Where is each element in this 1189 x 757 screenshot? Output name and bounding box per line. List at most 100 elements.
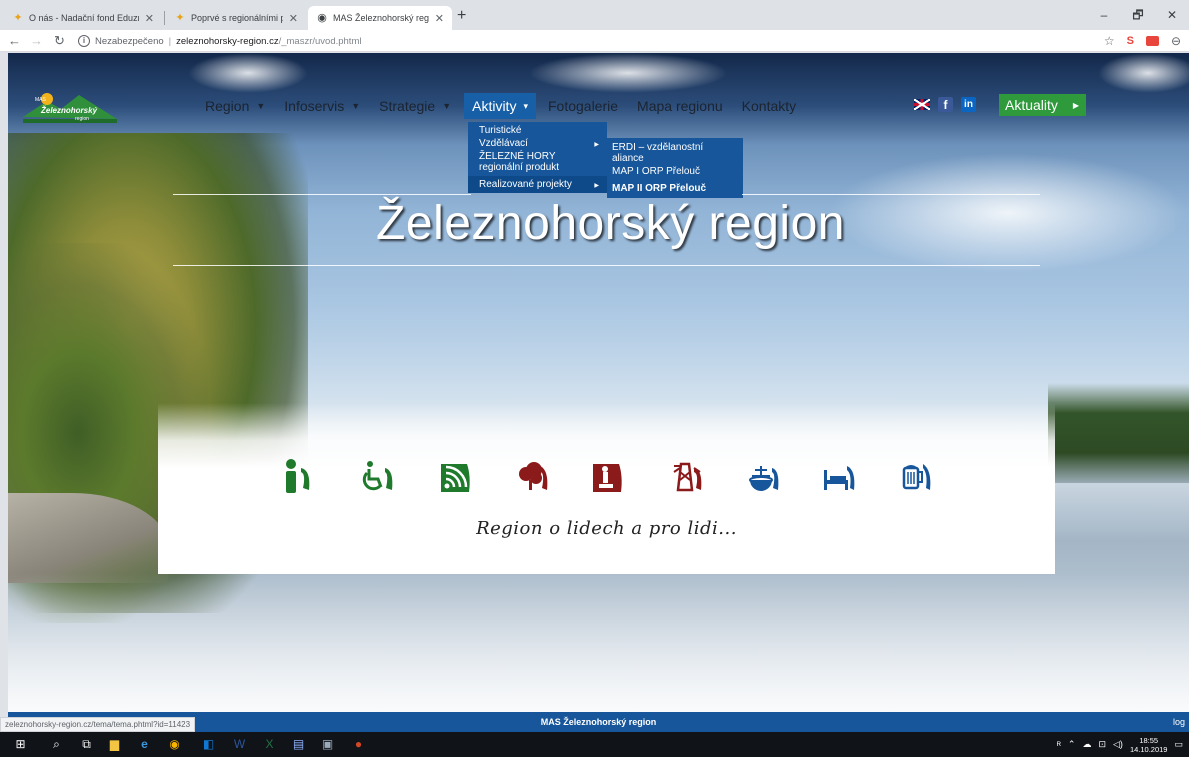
info-icon[interactable] bbox=[279, 458, 313, 494]
app-window-icon[interactable]: ▣ bbox=[321, 738, 334, 751]
outlook-icon[interactable]: ◧ bbox=[202, 738, 215, 751]
wheelchair-icon[interactable] bbox=[361, 458, 395, 494]
monument-icon[interactable] bbox=[591, 458, 625, 494]
search-icon[interactable]: ⌕ bbox=[50, 738, 63, 751]
save-disk-icon[interactable]: ▤ bbox=[292, 738, 305, 751]
mail-extension-icon[interactable] bbox=[1145, 36, 1159, 46]
word-icon[interactable]: W bbox=[233, 738, 246, 751]
caret-down-icon: ▼ bbox=[351, 101, 361, 111]
dropdown-item-zelezne-hory[interactable]: ŽELEZNÉ HORY regionální produkt bbox=[468, 151, 607, 176]
bed-icon[interactable] bbox=[822, 458, 856, 494]
login-link[interactable]: log bbox=[1173, 717, 1185, 727]
restore-button[interactable]: 🗗 bbox=[1121, 0, 1155, 30]
star-favicon-icon: ✦ bbox=[175, 12, 185, 24]
nav-item-region[interactable]: Region ▼ bbox=[205, 93, 271, 119]
close-window-button[interactable]: ✕ bbox=[1155, 0, 1189, 30]
browser-tab-1[interactable]: ✦ O nás - Nadační fond Eduzměna ✕ bbox=[4, 6, 162, 30]
url-path: /_maszr/uvod.phtml bbox=[278, 35, 362, 47]
category-icons-row bbox=[158, 458, 1055, 498]
hero-divider-bottom bbox=[173, 265, 1040, 266]
volume-icon[interactable]: ◁) bbox=[1113, 739, 1123, 750]
notifications-icon[interactable]: ▭ bbox=[1174, 739, 1183, 750]
tab-title: O nás - Nadační fond Eduzměna bbox=[29, 13, 139, 23]
facebook-icon[interactable]: f bbox=[938, 97, 953, 112]
main-navigation: Region ▼ Infoservis ▼ Strategie ▼ Aktivity ▾… bbox=[205, 89, 815, 123]
site-logo[interactable]: MAS Železnohorský region bbox=[21, 89, 119, 123]
url-domain: zeleznohorsky-region.cz bbox=[176, 35, 279, 47]
caret-down-icon: ▼ bbox=[256, 101, 266, 111]
aktuality-button[interactable]: Aktuality ▶ bbox=[999, 94, 1086, 116]
task-view-icon[interactable]: ⧉ bbox=[80, 738, 93, 751]
nav-item-strategie[interactable]: Strategie ▼ bbox=[379, 93, 457, 119]
tab-title: Poprvé s regionálními partnery - bbox=[191, 13, 283, 23]
caret-down-icon: ▾ bbox=[523, 100, 528, 111]
windows-start-icon[interactable]: ⊞ bbox=[14, 738, 27, 751]
close-tab-icon[interactable]: ✕ bbox=[145, 12, 154, 25]
nav-item-mapa-regionu[interactable]: Mapa regionu bbox=[637, 93, 729, 119]
status-bar-url: zeleznohorsky-region.cz/tema/tema.phtml?… bbox=[0, 717, 196, 732]
tree-icon[interactable] bbox=[516, 458, 550, 494]
dropdown-label: Realizované projekty bbox=[479, 179, 572, 190]
nav-label: Region bbox=[205, 98, 250, 114]
profile-icon[interactable]: ⊖ bbox=[1171, 32, 1181, 50]
window-controls: – 🗗 ✕ bbox=[1087, 0, 1189, 30]
close-tab-icon[interactable]: ✕ bbox=[435, 12, 444, 25]
extension-s-icon[interactable]: S bbox=[1127, 32, 1134, 50]
restaurant-icon[interactable] bbox=[746, 458, 780, 494]
globe-favicon-icon: ◉ bbox=[317, 12, 327, 24]
powerpoint-icon[interactable]: ● bbox=[352, 738, 365, 751]
region-motto: Region o lidech a pro lidi... bbox=[476, 518, 737, 539]
intro-panel: Region o lidech a pro lidi... bbox=[158, 403, 1055, 574]
chevron-up-icon[interactable]: ⌃ bbox=[1068, 739, 1076, 750]
lookout-tower-icon[interactable] bbox=[670, 458, 704, 494]
sky-cloud bbox=[188, 53, 308, 93]
minimize-button[interactable]: – bbox=[1087, 0, 1121, 30]
address-bar[interactable]: i Nezabezpečeno | zeleznohorsky-region.c… bbox=[78, 32, 1078, 50]
close-tab-icon[interactable]: ✕ bbox=[289, 12, 298, 25]
taskbar-clock[interactable]: 18:55 14.10.2019 bbox=[1130, 736, 1168, 754]
tab-separator bbox=[164, 11, 165, 25]
browser-tab-bar: ✦ O nás - Nadační fond Eduzměna ✕ ✦ Popr… bbox=[0, 0, 1189, 30]
forward-arrow-icon[interactable]: → bbox=[30, 33, 43, 49]
arrow-right-icon: ▶ bbox=[1072, 100, 1079, 110]
social-links: f in bbox=[914, 97, 976, 112]
browser-tab-2[interactable]: ✦ Poprvé s regionálními partnery - ✕ bbox=[166, 6, 306, 30]
bookmark-star-icon[interactable]: ☆ bbox=[1104, 32, 1115, 50]
beer-icon[interactable] bbox=[898, 458, 932, 494]
nav-item-fotogalerie[interactable]: Fotogalerie bbox=[548, 93, 624, 119]
linkedin-icon[interactable]: in bbox=[961, 97, 976, 112]
nav-item-aktivity[interactable]: Aktivity ▾ bbox=[464, 93, 536, 119]
windows-taskbar: ⊞ ⌕ ⧉ ▆ e ◉ ◧ W X ▤ ▣ ● ᴿ ⌃ ☁ ⊡ ◁) 18:55… bbox=[0, 732, 1189, 757]
submenu-item-map-i[interactable]: MAP I ORP Přelouč bbox=[607, 166, 743, 182]
clock-date: 14.10.2019 bbox=[1129, 744, 1168, 754]
nav-label: Aktivity bbox=[472, 98, 517, 114]
aktuality-label: Aktuality bbox=[1005, 97, 1058, 113]
edge-browser-icon[interactable]: e bbox=[138, 738, 151, 751]
dropdown-item-vzdelavaci[interactable]: Vzdělávací ▶ bbox=[468, 138, 607, 151]
logo-text-name: Železnohorský bbox=[40, 106, 98, 115]
reload-icon[interactable]: ↻ bbox=[54, 33, 65, 49]
network-icon[interactable]: ⊡ bbox=[1098, 739, 1106, 750]
submenu-item-erdi[interactable]: ERDI – vzdělanostní aliance bbox=[607, 138, 743, 166]
dropdown-item-realizovane-projekty[interactable]: Realizované projekty ▶ bbox=[468, 176, 607, 193]
excel-icon[interactable]: X bbox=[263, 738, 276, 751]
caret-down-icon: ▼ bbox=[442, 101, 452, 111]
back-arrow-icon[interactable]: ← bbox=[8, 33, 21, 49]
chrome-icon[interactable]: ◉ bbox=[168, 738, 181, 751]
dropdown-item-turisticke[interactable]: Turistické bbox=[468, 122, 607, 138]
new-tab-button[interactable]: + bbox=[457, 8, 466, 24]
nav-item-infoservis[interactable]: Infoservis ▼ bbox=[284, 93, 366, 119]
nav-item-kontakty[interactable]: Kontakty bbox=[742, 93, 802, 119]
lake-water bbox=[8, 573, 1189, 712]
en-flag-icon[interactable] bbox=[914, 99, 930, 110]
dropdown-label: Turistické bbox=[479, 125, 522, 136]
info-icon[interactable]: i bbox=[78, 35, 90, 47]
people-icon[interactable]: ᴿ bbox=[1057, 740, 1061, 750]
browser-toolbar: ← → ↻ i Nezabezpečeno | zeleznohorsky-re… bbox=[0, 30, 1189, 52]
tab-title: MAS Železnohorský region bbox=[333, 13, 429, 23]
url-divider: | bbox=[168, 35, 172, 47]
browser-tab-3-active[interactable]: ◉ MAS Železnohorský region ✕ bbox=[308, 6, 452, 30]
wifi-icon[interactable] bbox=[439, 458, 473, 494]
cloud-icon[interactable]: ☁ bbox=[1082, 739, 1091, 750]
file-explorer-icon[interactable]: ▆ bbox=[108, 738, 121, 751]
